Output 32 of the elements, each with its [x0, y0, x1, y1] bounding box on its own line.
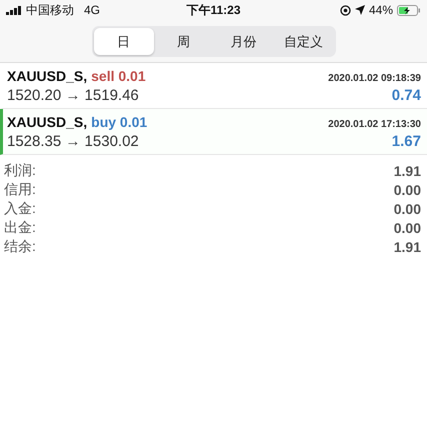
- clock-time: 下午11:23: [186, 2, 241, 18]
- summary-label: 出金:: [4, 218, 36, 236]
- trade-time: 2020.01.02 09:18:39: [328, 73, 421, 84]
- trade-prices: 1528.35 → 1530.02: [7, 133, 139, 150]
- period-tab[interactable]: 日: [94, 28, 154, 55]
- summary-value: 0.00: [394, 220, 421, 236]
- summary-label: 信用:: [4, 180, 36, 198]
- summary-label: 利润:: [4, 162, 36, 180]
- location-icon: [354, 5, 365, 15]
- trade-symbol: XAUUSD_S,: [7, 68, 88, 84]
- trade-symbol: XAUUSD_S,: [7, 114, 88, 130]
- trade-time: 2020.01.02 17:13:30: [328, 119, 421, 130]
- trade-profit: 1.67: [392, 133, 421, 150]
- carrier-name: 中国移动: [26, 2, 74, 18]
- trade-prices: 1520.20 → 1519.46: [7, 87, 139, 104]
- summary-value: 0.00: [394, 200, 421, 216]
- trade-profit: 0.74: [392, 87, 421, 104]
- trade-side: sell 0.01: [91, 68, 146, 84]
- period-tab[interactable]: 周: [154, 28, 214, 55]
- summary-label: 入金:: [4, 200, 36, 218]
- battery-icon: [397, 4, 421, 16]
- battery-percent: 44%: [368, 3, 393, 17]
- summary-value: 1.91: [394, 162, 421, 178]
- summary-value: 1.91: [394, 238, 421, 254]
- signal-icon: [6, 6, 22, 14]
- summary-value: 0.00: [394, 182, 421, 198]
- period-tab[interactable]: 自定义: [274, 28, 334, 55]
- summary-label: 结余:: [4, 238, 36, 256]
- trade-side: buy 0.01: [91, 114, 148, 130]
- trade-row[interactable]: XAUUSD_S, buy 0.01 2020.01.02 17:13:30 1528.35 → 1530.02 1.67: [0, 109, 427, 155]
- network-type: 4G: [84, 3, 100, 17]
- period-tab[interactable]: 月份: [214, 28, 274, 55]
